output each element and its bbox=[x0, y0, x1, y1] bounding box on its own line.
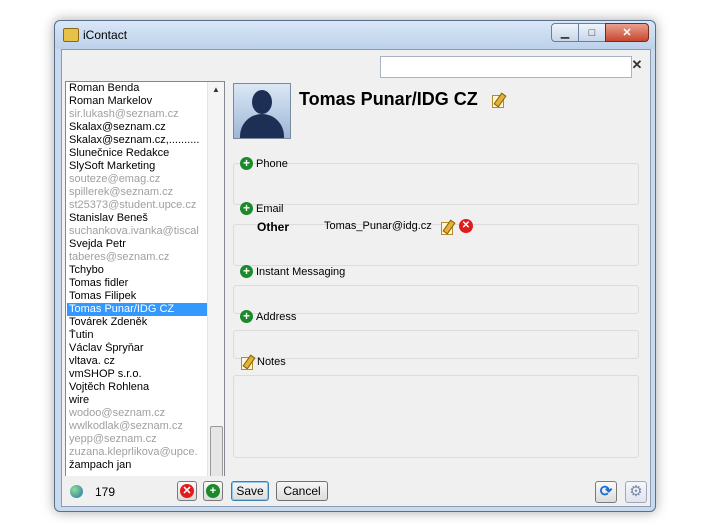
window-title: iContact bbox=[83, 28, 128, 42]
contact-list-item[interactable]: Slunečnice Redakce bbox=[67, 147, 207, 160]
contact-list-item[interactable]: Tomas fidler bbox=[67, 277, 207, 290]
remove-icon: ✕ bbox=[180, 484, 194, 498]
add-im-icon[interactable]: + bbox=[240, 265, 253, 278]
save-button[interactable]: Save bbox=[231, 481, 269, 501]
remove-email-icon[interactable]: ✕ bbox=[459, 219, 473, 233]
refresh-icon: ⟳ bbox=[599, 483, 613, 500]
contact-list-items: Roman Benda Roman Markelov sir.lukash@sezn… bbox=[67, 82, 207, 472]
contact-list-item[interactable]: Roman Markelov bbox=[67, 95, 207, 108]
delete-contact-button[interactable]: ✕ bbox=[177, 481, 197, 501]
contact-book-icon bbox=[63, 28, 79, 42]
contact-list-item[interactable]: sir.lukash@seznam.cz bbox=[67, 108, 207, 121]
bottom-toolbar: 179 ✕ + Save Cancel ⟳ ⚙ bbox=[62, 476, 650, 506]
search-input[interactable] bbox=[380, 56, 632, 78]
im-section-header: + Instant Messaging bbox=[240, 265, 345, 278]
contact-list-item[interactable]: suchankova.ivanka@tiscal bbox=[67, 225, 207, 238]
address-section bbox=[233, 330, 639, 359]
add-email-icon[interactable]: + bbox=[240, 202, 253, 215]
notes-section-header: Notes bbox=[240, 355, 286, 370]
contact-list-item[interactable]: Svejda Petr bbox=[67, 238, 207, 251]
contact-name: Tomas Punar/IDG CZ bbox=[299, 89, 478, 109]
contact-list-item[interactable]: žampach jan bbox=[67, 459, 207, 472]
notes-section-label: Notes bbox=[257, 356, 286, 368]
contact-list-item[interactable]: vltava. cz bbox=[67, 355, 207, 368]
add-phone-icon[interactable]: + bbox=[240, 157, 253, 170]
contact-list-item[interactable]: SlySoft Marketing bbox=[67, 160, 207, 173]
cancel-button[interactable]: Cancel bbox=[276, 481, 328, 501]
add-contact-button[interactable]: + bbox=[203, 481, 223, 501]
globe-icon bbox=[70, 485, 83, 498]
contact-list-item[interactable]: zuzana.kleprlikova@upce. bbox=[67, 446, 207, 459]
contact-list-item[interactable]: Továrek Zdeněk bbox=[67, 316, 207, 329]
contact-list-item[interactable]: souteze@emag.cz bbox=[67, 173, 207, 186]
contact-list-item[interactable]: Roman Benda bbox=[67, 82, 207, 95]
contact-detail-panel: Tomas Punar/IDG CZ + Phone + Email Other… bbox=[229, 81, 647, 501]
contact-list-item[interactable]: wire bbox=[67, 394, 207, 407]
contact-list-item[interactable]: Vojtěch Rohlena bbox=[67, 381, 207, 394]
email-section bbox=[233, 224, 639, 266]
sync-button[interactable]: ⟳ bbox=[595, 481, 617, 503]
contact-list-item[interactable]: Skalax@seznam.cz bbox=[67, 121, 207, 134]
contact-list-scrollbar[interactable]: ▲ ▼ bbox=[207, 82, 224, 502]
close-button[interactable]: ✕ bbox=[605, 23, 649, 42]
minimize-button[interactable]: ▁ bbox=[551, 23, 579, 42]
contact-list-item[interactable]: wodoo@seznam.cz bbox=[67, 407, 207, 420]
contact-list-item[interactable]: Tchybo bbox=[67, 264, 207, 277]
clear-search-icon[interactable]: ✕ bbox=[630, 57, 644, 73]
address-section-label: Address bbox=[256, 310, 297, 323]
address-section-header: + Address bbox=[240, 310, 296, 323]
email-value[interactable]: Tomas_Punar@idg.cz bbox=[324, 220, 432, 232]
phone-section-label: Phone bbox=[256, 157, 288, 170]
client-area: ✕ Roman Benda Roman Markelov sir.lukash@se… bbox=[61, 49, 651, 507]
window-controls: ▁ □ ✕ bbox=[551, 23, 649, 42]
maximize-button[interactable]: □ bbox=[578, 23, 606, 42]
add-address-icon[interactable]: + bbox=[240, 310, 253, 323]
contact-list-item[interactable]: Stanislav Beneš bbox=[67, 212, 207, 225]
phone-section bbox=[233, 163, 639, 205]
person-silhouette-body bbox=[240, 114, 284, 138]
contact-list-item[interactable]: vmSHOP s.r.o. bbox=[67, 368, 207, 381]
phone-section-header: + Phone bbox=[240, 157, 288, 170]
email-section-label: Email bbox=[256, 202, 284, 215]
edit-name-icon[interactable] bbox=[491, 93, 505, 108]
contact-list-item[interactable]: st25373@student.upce.cz bbox=[67, 199, 207, 212]
contact-list-item[interactable]: Tomas Punar/IDG CZ bbox=[67, 303, 207, 316]
contact-photo[interactable] bbox=[233, 83, 291, 139]
edit-notes-icon[interactable] bbox=[240, 355, 254, 370]
contact-list-item[interactable]: Tomas Filipek bbox=[67, 290, 207, 303]
contact-list-item[interactable]: yepp@seznam.cz bbox=[67, 433, 207, 446]
add-icon: + bbox=[206, 484, 220, 498]
contact-list-item[interactable]: wwlkodlak@seznam.cz bbox=[67, 420, 207, 433]
email-type-label: Other bbox=[257, 220, 290, 234]
gear-icon: ⚙ bbox=[629, 483, 643, 500]
notes-section bbox=[233, 375, 639, 458]
im-section-label: Instant Messaging bbox=[256, 265, 346, 278]
title-bar[interactable]: iContact ▁ □ ✕ bbox=[55, 21, 655, 49]
contact-list-item[interactable]: spillerek@seznam.cz bbox=[67, 186, 207, 199]
contact-list-item[interactable]: Skalax@seznam.cz,.......... bbox=[67, 134, 207, 147]
email-section-header: + Email bbox=[240, 202, 284, 215]
scroll-up-arrow-icon[interactable]: ▲ bbox=[208, 82, 224, 98]
contact-list-item[interactable]: Václav Špryňar bbox=[67, 342, 207, 355]
contact-list[interactable]: Roman Benda Roman Markelov sir.lukash@sezn… bbox=[65, 81, 225, 503]
person-silhouette-icon bbox=[252, 90, 272, 114]
app-window: iContact ▁ □ ✕ ✕ Roman Benda Roman Markel… bbox=[54, 20, 656, 512]
settings-button[interactable]: ⚙ bbox=[625, 481, 647, 503]
contact-list-item[interactable]: Ťutin bbox=[67, 329, 207, 342]
contact-list-item[interactable]: taberes@seznam.cz bbox=[67, 251, 207, 264]
edit-email-icon[interactable] bbox=[440, 220, 454, 235]
contact-count: 179 bbox=[95, 485, 116, 499]
